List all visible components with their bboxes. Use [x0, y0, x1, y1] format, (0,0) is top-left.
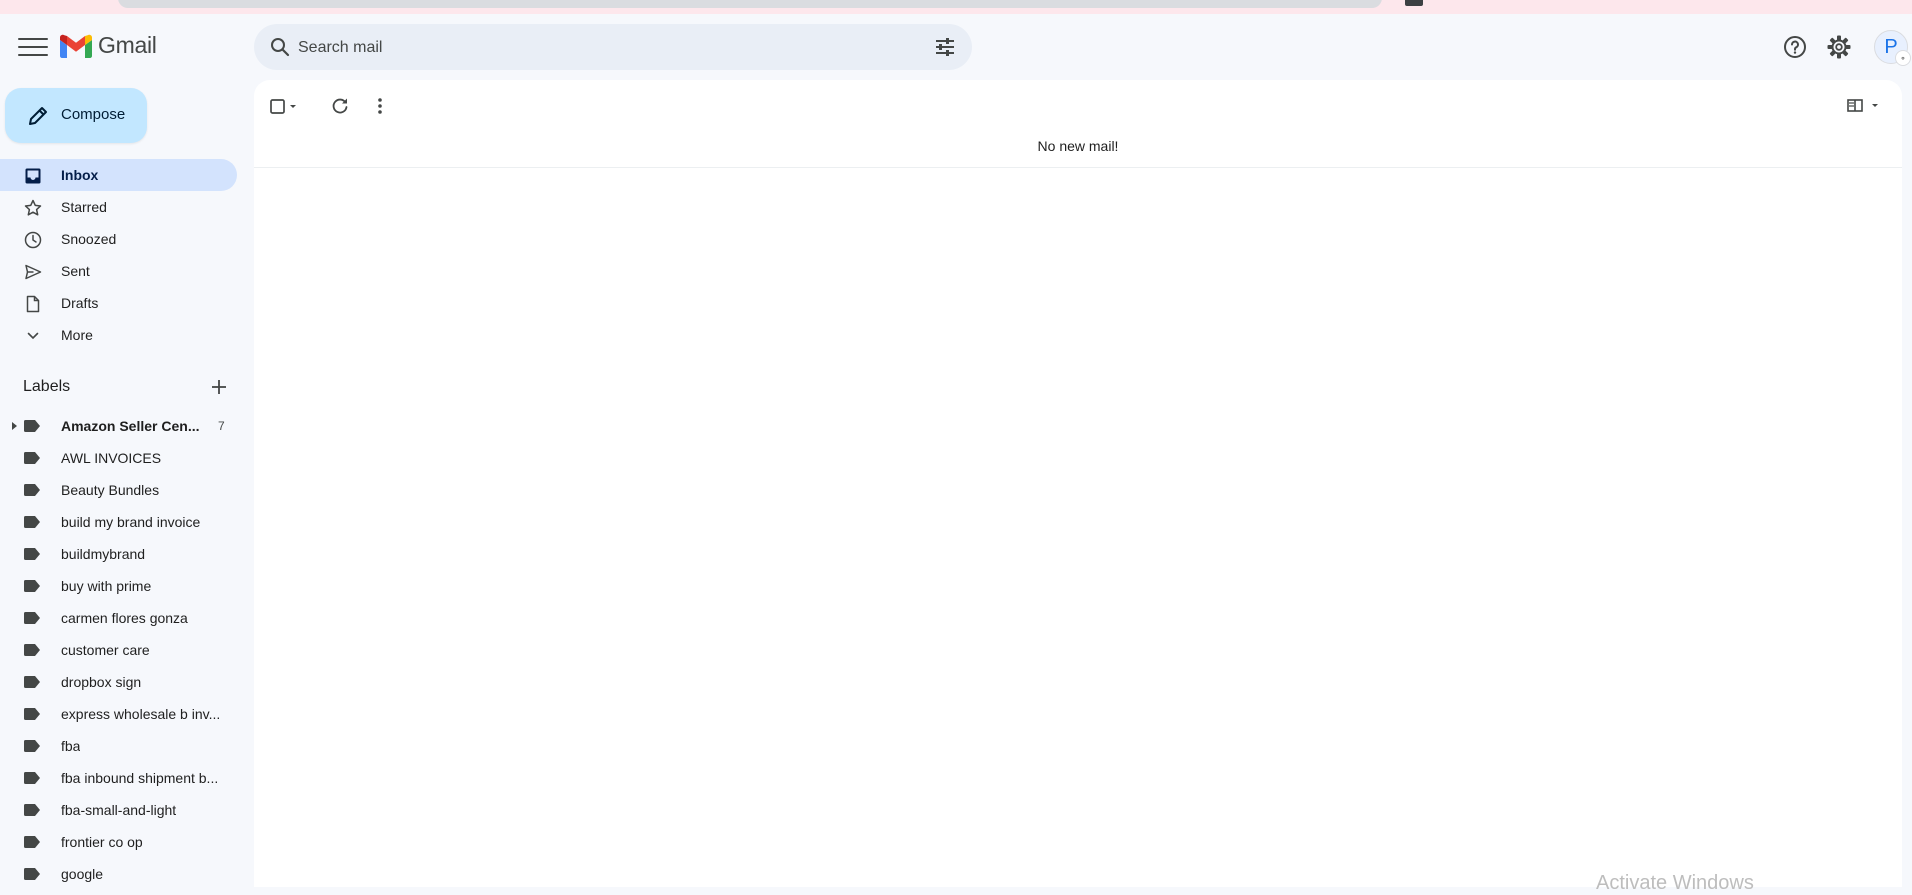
sidebar-item-more[interactable]: More [0, 319, 237, 351]
label-tag-icon [24, 580, 40, 592]
label-tag-icon [24, 548, 40, 560]
label-item[interactable]: customer care [0, 634, 237, 666]
label-name: AWL INVOICES [61, 450, 162, 466]
label-name: fba-small-and-light [61, 802, 177, 818]
inbox-icon [25, 168, 41, 184]
gmail-m-icon [60, 34, 92, 58]
compose-label: Compose [61, 106, 126, 123]
refresh-icon[interactable] [328, 94, 352, 118]
label-tag-icon [24, 612, 40, 624]
help-icon[interactable] [1782, 34, 1808, 60]
compose-button[interactable]: Compose [5, 88, 147, 143]
label-name: buildmybrand [61, 546, 146, 562]
star-icon [24, 199, 42, 216]
label-name: customer care [61, 642, 150, 658]
sidebar-item-drafts[interactable]: Drafts [0, 287, 237, 319]
sidebar-item-label: Sent [61, 263, 90, 279]
expand-caret-icon[interactable] [12, 422, 17, 430]
label-tag-icon [24, 740, 40, 752]
label-name: frontier co op [61, 834, 143, 850]
label-item[interactable]: build my brand invoice [0, 506, 237, 538]
label-name: carmen flores gonza [61, 610, 188, 626]
more-options-icon[interactable] [368, 94, 392, 118]
label-tag-icon [24, 836, 40, 848]
labels-heading: Labels [23, 378, 71, 395]
search-input[interactable] [296, 24, 900, 72]
gmail-logo[interactable]: Gmail [60, 32, 157, 59]
sidebar-nav: Inbox Starred Snoozed Sent Drafts More [0, 159, 240, 351]
sidebar-item-starred[interactable]: Starred [0, 191, 237, 223]
label-name: buy with prime [61, 578, 152, 594]
sidebar-item-label: Snoozed [61, 231, 117, 247]
clock-icon [24, 231, 42, 249]
label-item[interactable]: buildmybrand [0, 538, 237, 570]
label-name: build my brand invoice [61, 514, 201, 530]
browser-top-strip [0, 0, 1912, 14]
split-pane-toggle-icon[interactable] [1846, 94, 1882, 118]
label-item[interactable]: frontier co op [0, 826, 237, 858]
label-item[interactable]: fba inbound shipment b... [0, 762, 237, 794]
label-item[interactable]: Beauty Bundles [0, 474, 237, 506]
label-item[interactable]: buy with prime [0, 570, 237, 602]
sidebar-item-label: Drafts [61, 295, 99, 311]
chevron-down-icon [27, 332, 39, 340]
account-badge-icon: ⚬ [1895, 50, 1911, 66]
settings-gear-icon[interactable] [1826, 34, 1852, 60]
label-name: Beauty Bundles [61, 482, 160, 498]
send-icon [25, 264, 42, 280]
sidebar-item-snoozed[interactable]: Snoozed [0, 223, 237, 255]
app-name: Gmail [98, 32, 157, 58]
label-tag-icon [24, 516, 40, 528]
label-name: express wholesale b inv... [61, 706, 221, 722]
label-name: google [61, 866, 104, 882]
sidebar-item-label: More [61, 327, 93, 343]
empty-message: No new mail! [1037, 138, 1119, 154]
main-menu-button[interactable] [18, 35, 48, 59]
add-label-icon[interactable] [209, 377, 229, 397]
draft-icon [26, 295, 40, 313]
browser-extension-icon[interactable] [1405, 0, 1423, 6]
windows-activation-watermark: Activate Windows [1596, 872, 1754, 894]
select-all-checkbox[interactable] [268, 94, 300, 118]
label-item[interactable]: express wholesale b inv... [0, 698, 237, 730]
label-tag-icon [24, 452, 40, 464]
label-tag-icon [24, 484, 40, 496]
label-item[interactable]: google [0, 858, 237, 890]
browser-address-bar[interactable] [118, 0, 1382, 8]
menu-icon [18, 38, 48, 40]
label-name: dropbox sign [61, 674, 142, 690]
label-tag-icon [24, 708, 40, 720]
account-avatar[interactable]: P ⚬ [1874, 30, 1911, 66]
label-item[interactable]: AWL INVOICES [0, 442, 237, 474]
label-tag-icon [24, 804, 40, 816]
mail-list-panel: No new mail! [254, 80, 1902, 887]
label-tag-icon [24, 644, 40, 656]
label-name: fba inbound shipment b... [61, 770, 219, 786]
label-list: Amazon Seller Cen... 7 AWL INVOICES Beau… [0, 410, 240, 890]
label-item[interactable]: fba-small-and-light [0, 794, 237, 826]
sidebar-item-label: Starred [61, 199, 107, 215]
sidebar-item-label: Inbox [61, 167, 99, 183]
empty-inbox-row: No new mail! [254, 123, 1902, 168]
search-options-icon[interactable] [934, 36, 956, 58]
label-item[interactable]: fba [0, 730, 237, 762]
label-item[interactable]: carmen flores gonza [0, 602, 237, 634]
sidebar-item-sent[interactable]: Sent [0, 255, 237, 287]
search-bar[interactable] [254, 24, 972, 72]
pencil-icon [29, 107, 47, 125]
label-name: fba [61, 738, 81, 754]
search-icon[interactable] [268, 35, 292, 59]
label-name: Amazon Seller Cen... [61, 418, 200, 434]
label-item[interactable]: Amazon Seller Cen... 7 [0, 410, 237, 442]
label-tag-icon [24, 420, 40, 432]
label-unread-count: 7 [218, 419, 225, 433]
label-tag-icon [24, 676, 40, 688]
sidebar-item-inbox[interactable]: Inbox [0, 159, 237, 191]
label-item[interactable]: dropbox sign [0, 666, 237, 698]
label-tag-icon [24, 868, 40, 880]
label-tag-icon [24, 772, 40, 784]
